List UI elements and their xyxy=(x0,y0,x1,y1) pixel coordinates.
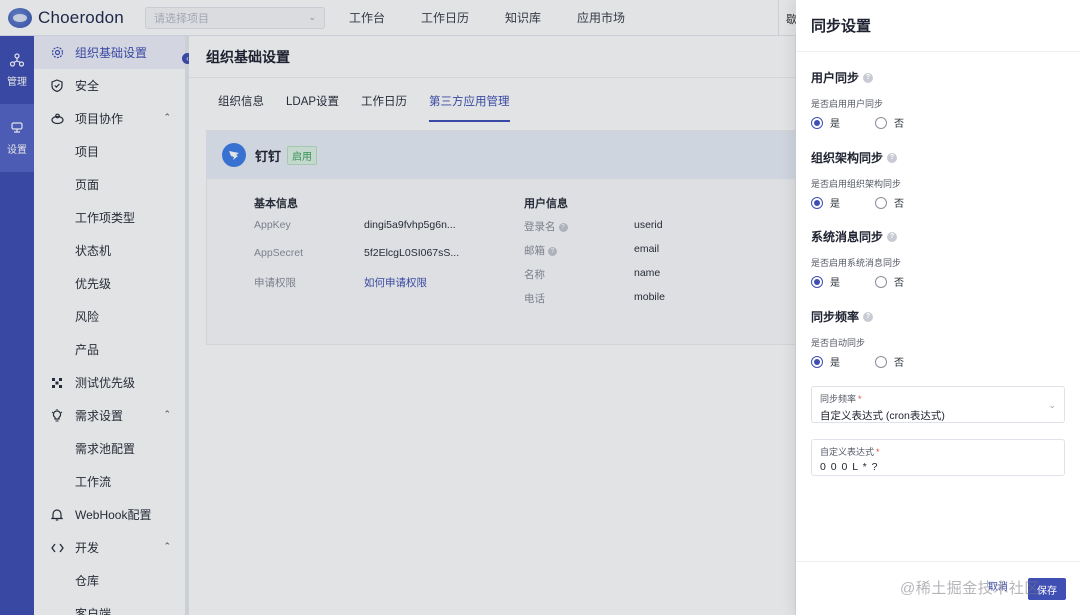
radio-label: 否 xyxy=(894,119,904,130)
field-value: 自定义表达式 (cron表达式) xyxy=(820,410,945,422)
help-icon[interactable]: ? xyxy=(887,152,898,163)
group-title-text: 同步频率 xyxy=(811,310,860,324)
group-title-text: 组织架构同步 xyxy=(811,151,884,165)
radio-no[interactable]: 否 xyxy=(875,115,904,130)
radio-no[interactable]: 否 xyxy=(875,354,904,369)
radio-label: 是 xyxy=(830,358,840,369)
watermark: @稀土掘金技术社区 xyxy=(900,580,1040,597)
radio-unchecked-icon[interactable] xyxy=(875,196,887,209)
help-icon[interactable]: ? xyxy=(863,72,874,83)
group-title-text: 系统消息同步 xyxy=(811,230,884,244)
group-title: 系统消息同步? xyxy=(811,228,1066,245)
radio-label: 是 xyxy=(830,278,840,289)
radio-no[interactable]: 否 xyxy=(875,195,904,210)
user-sync-group: 用户同步? 是否启用用户同步 是 否 xyxy=(811,69,1066,130)
cron-expression-input[interactable]: 自定义表达式 * 0 0 0 L * ? xyxy=(811,439,1065,476)
sync-frequency-group: 同步频率? 是否自动同步 是 否 xyxy=(811,308,1066,369)
drawer-mask[interactable] xyxy=(0,0,796,615)
radio-label: 否 xyxy=(894,358,904,369)
group-title: 用户同步? xyxy=(811,69,1066,86)
radio-group: 是 否 xyxy=(811,115,1066,130)
radio-label: 否 xyxy=(894,278,904,289)
radio-label: 是 xyxy=(830,199,840,210)
field-label-text: 同步频率 xyxy=(820,394,857,404)
radio-checked-icon[interactable] xyxy=(811,275,823,288)
radio-checked-icon[interactable] xyxy=(811,116,823,129)
group-desc: 是否自动同步 xyxy=(811,338,866,348)
radio-group: 是 否 xyxy=(811,274,1066,289)
radio-label: 是 xyxy=(830,119,840,130)
group-desc: 是否启用用户同步 xyxy=(811,99,884,109)
org-structure-sync-group: 组织架构同步? 是否启用组织架构同步 是 否 xyxy=(811,149,1066,210)
radio-yes[interactable]: 是 xyxy=(811,115,840,130)
sync-settings-drawer: 同步设置 用户同步? 是否启用用户同步 是 否 组织架构同步? 是否启用组织架构… xyxy=(796,0,1080,615)
required-mark: * xyxy=(876,447,880,457)
field-label-text: 自定义表达式 xyxy=(820,447,875,457)
group-title: 组织架构同步? xyxy=(811,149,1066,166)
field-label: 同步频率 * xyxy=(820,392,1056,405)
radio-yes[interactable]: 是 xyxy=(811,274,840,289)
group-title: 同步频率? xyxy=(811,308,1066,325)
help-icon[interactable]: ? xyxy=(887,231,898,242)
system-message-sync-group: 系统消息同步? 是否启用系统消息同步 是 否 xyxy=(811,228,1066,289)
radio-unchecked-icon[interactable] xyxy=(875,355,887,368)
group-desc: 是否启用组织架构同步 xyxy=(811,179,902,189)
chevron-down-icon[interactable]: ⌄ xyxy=(1048,400,1056,411)
radio-group: 是 否 xyxy=(811,195,1066,210)
radio-label: 否 xyxy=(894,199,904,210)
radio-checked-icon[interactable] xyxy=(811,196,823,209)
group-desc: 是否启用系统消息同步 xyxy=(811,258,902,268)
radio-yes[interactable]: 是 xyxy=(811,195,840,210)
radio-unchecked-icon[interactable] xyxy=(875,275,887,288)
radio-group: 是 否 xyxy=(811,354,1066,369)
field-label: 自定义表达式 * xyxy=(820,445,1056,458)
field-value[interactable]: 0 0 0 L * ? xyxy=(820,461,1056,473)
sync-frequency-select[interactable]: 同步频率 * 自定义表达式 (cron表达式) ⌄ xyxy=(811,386,1065,423)
radio-yes[interactable]: 是 xyxy=(811,354,840,369)
drawer-title: 同步设置 xyxy=(796,0,1080,52)
help-icon[interactable]: ? xyxy=(863,311,874,322)
required-mark: * xyxy=(858,394,862,404)
radio-unchecked-icon[interactable] xyxy=(875,116,887,129)
radio-no[interactable]: 否 xyxy=(875,274,904,289)
radio-checked-icon[interactable] xyxy=(811,355,823,368)
group-title-text: 用户同步 xyxy=(811,71,860,85)
